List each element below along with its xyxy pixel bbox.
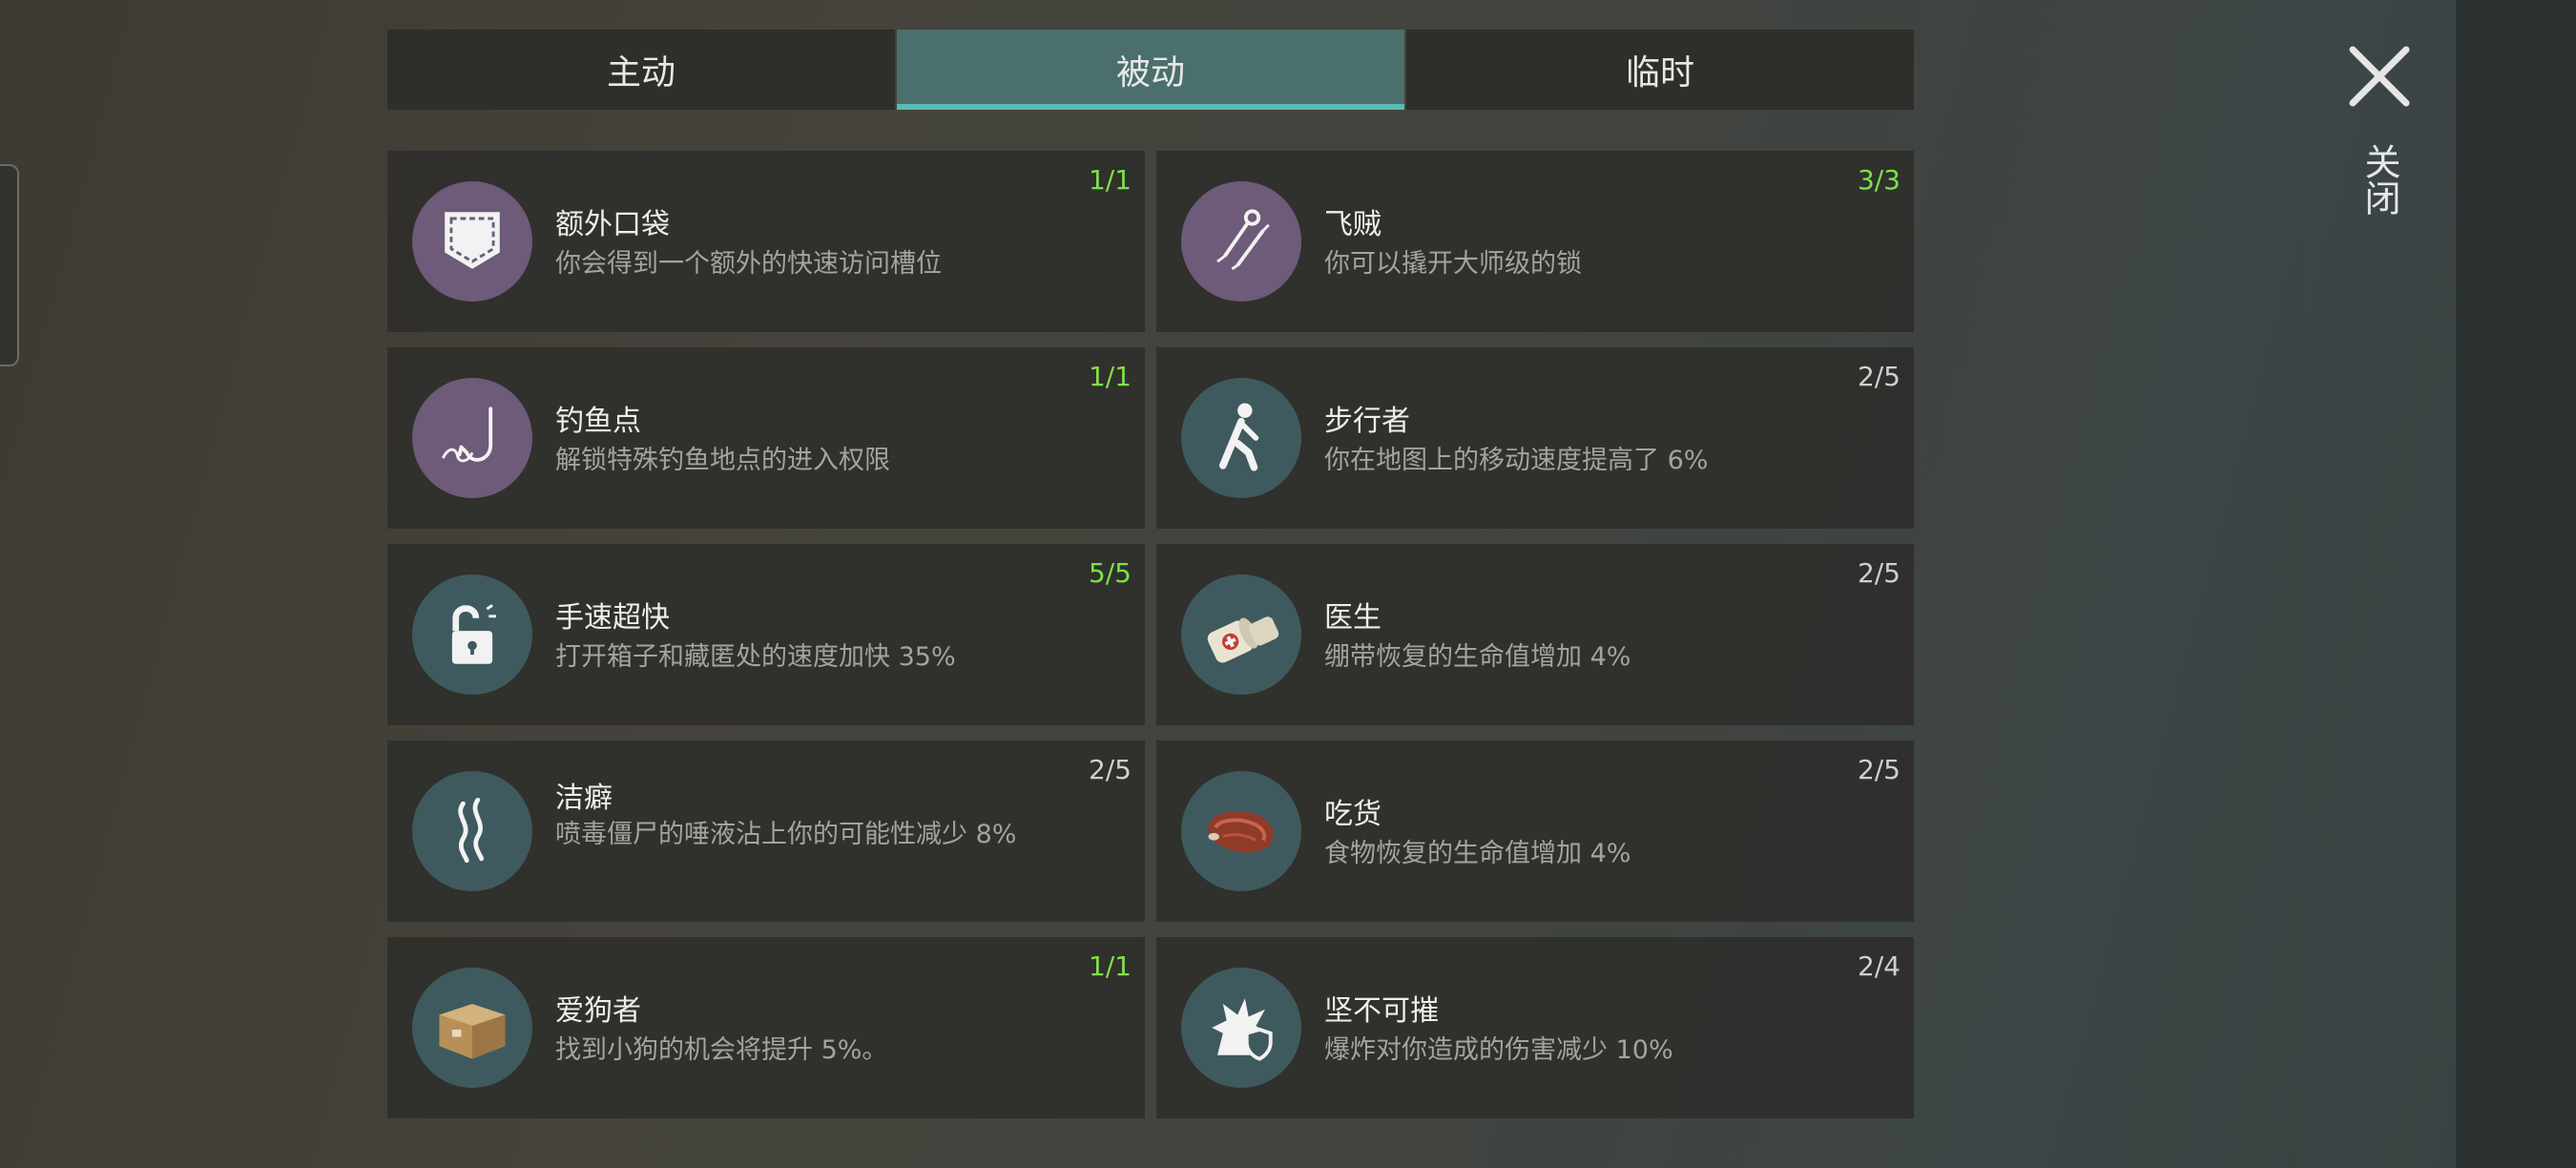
left-edge-handle[interactable]: [0, 164, 19, 366]
skill-level: 5/5: [1088, 557, 1132, 589]
skill-level: 2/5: [1857, 557, 1901, 589]
smell-waves-icon: [412, 771, 532, 891]
walker-icon: [1181, 378, 1301, 498]
cardboard-box-icon: [412, 968, 532, 1088]
skill-card[interactable]: 医生 绷带恢复的生命值增加 4% 2/5: [1156, 544, 1914, 725]
right-edge-panel: [2456, 0, 2576, 1168]
skill-description: 你可以撬开大师级的锁: [1324, 249, 1582, 279]
skill-level: 1/1: [1088, 164, 1132, 196]
skill-description: 你会得到一个额外的快速访问槽位: [555, 249, 942, 279]
tab-temporary-skills[interactable]: 临时: [1406, 30, 1914, 110]
skill-level: 1/1: [1088, 950, 1132, 982]
skill-title: 洁癖: [555, 782, 613, 815]
skill-description: 找到小狗的机会将提升 5%。: [555, 1035, 888, 1065]
skill-card[interactable]: 爱狗者 找到小狗的机会将提升 5%。 1/1: [387, 937, 1145, 1118]
steak-icon: [1181, 771, 1301, 891]
close-label[interactable]: 关闭: [2358, 143, 2400, 216]
skill-description: 解锁特殊钓鱼地点的进入权限: [555, 446, 890, 475]
bandage-icon: [1181, 574, 1301, 695]
skill-description: 你在地图上的移动速度提高了 6%: [1324, 446, 1709, 475]
skill-description: 打开箱子和藏匿处的速度加快 35%: [555, 642, 956, 672]
skill-title: 爱狗者: [555, 994, 641, 1028]
tab-passive-skills[interactable]: 被动: [897, 30, 1404, 110]
skill-card[interactable]: 钓鱼点 解锁特殊钓鱼地点的进入权限 1/1: [387, 347, 1145, 529]
tab-bar: 主动 被动 临时: [387, 30, 1914, 110]
skill-description: 爆炸对你造成的伤害减少 10%: [1324, 1035, 1673, 1065]
skill-level: 2/4: [1857, 950, 1901, 982]
lockpick-icon: [1181, 181, 1301, 302]
skill-card[interactable]: 步行者 你在地图上的移动速度提高了 6% 2/5: [1156, 347, 1914, 529]
skill-description: 绷带恢复的生命值增加 4%: [1324, 642, 1631, 672]
skill-title: 坚不可摧: [1324, 994, 1439, 1028]
skill-description: 喷毒僵尸的唾液沾上你的可能性减少 8%: [555, 820, 1017, 849]
unlocked-padlock-icon: [412, 574, 532, 695]
skill-title: 飞贼: [1324, 208, 1381, 241]
skill-title: 吃货: [1324, 798, 1381, 831]
skill-card[interactable]: 额外口袋 你会得到一个额外的快速访问槽位 1/1: [387, 151, 1145, 332]
skill-grid: 额外口袋 你会得到一个额外的快速访问槽位 1/1 飞贼 你可以撬开大师级的锁 3…: [387, 151, 1914, 1118]
explosion-shield-icon: [1181, 968, 1301, 1088]
skill-level: 3/3: [1857, 164, 1901, 196]
skill-level: 2/5: [1088, 754, 1132, 785]
skill-card[interactable]: 手速超快 打开箱子和藏匿处的速度加快 35% 5/5: [387, 544, 1145, 725]
skill-level: 2/5: [1857, 754, 1901, 785]
skill-card[interactable]: 吃货 食物恢复的生命值增加 4% 2/5: [1156, 740, 1914, 922]
skill-title: 步行者: [1324, 405, 1410, 438]
skill-level: 2/5: [1857, 361, 1901, 392]
skill-card[interactable]: 坚不可摧 爆炸对你造成的伤害减少 10% 2/4: [1156, 937, 1914, 1118]
tab-active-skills[interactable]: 主动: [387, 30, 895, 110]
close-icon[interactable]: [2347, 44, 2412, 109]
skill-card[interactable]: 洁癖 喷毒僵尸的唾液沾上你的可能性减少 8% 2/5: [387, 740, 1145, 922]
skill-title: 手速超快: [555, 601, 670, 635]
skill-level: 1/1: [1088, 361, 1132, 392]
skill-card[interactable]: 飞贼 你可以撬开大师级的锁 3/3: [1156, 151, 1914, 332]
skill-title: 钓鱼点: [555, 405, 641, 438]
pocket-icon: [412, 181, 532, 302]
skill-title: 额外口袋: [555, 208, 670, 241]
close-button[interactable]: [2347, 44, 2412, 109]
skill-title: 医生: [1324, 601, 1381, 635]
skill-description: 食物恢复的生命值增加 4%: [1324, 839, 1631, 868]
fishing-hook-icon: [412, 378, 532, 498]
